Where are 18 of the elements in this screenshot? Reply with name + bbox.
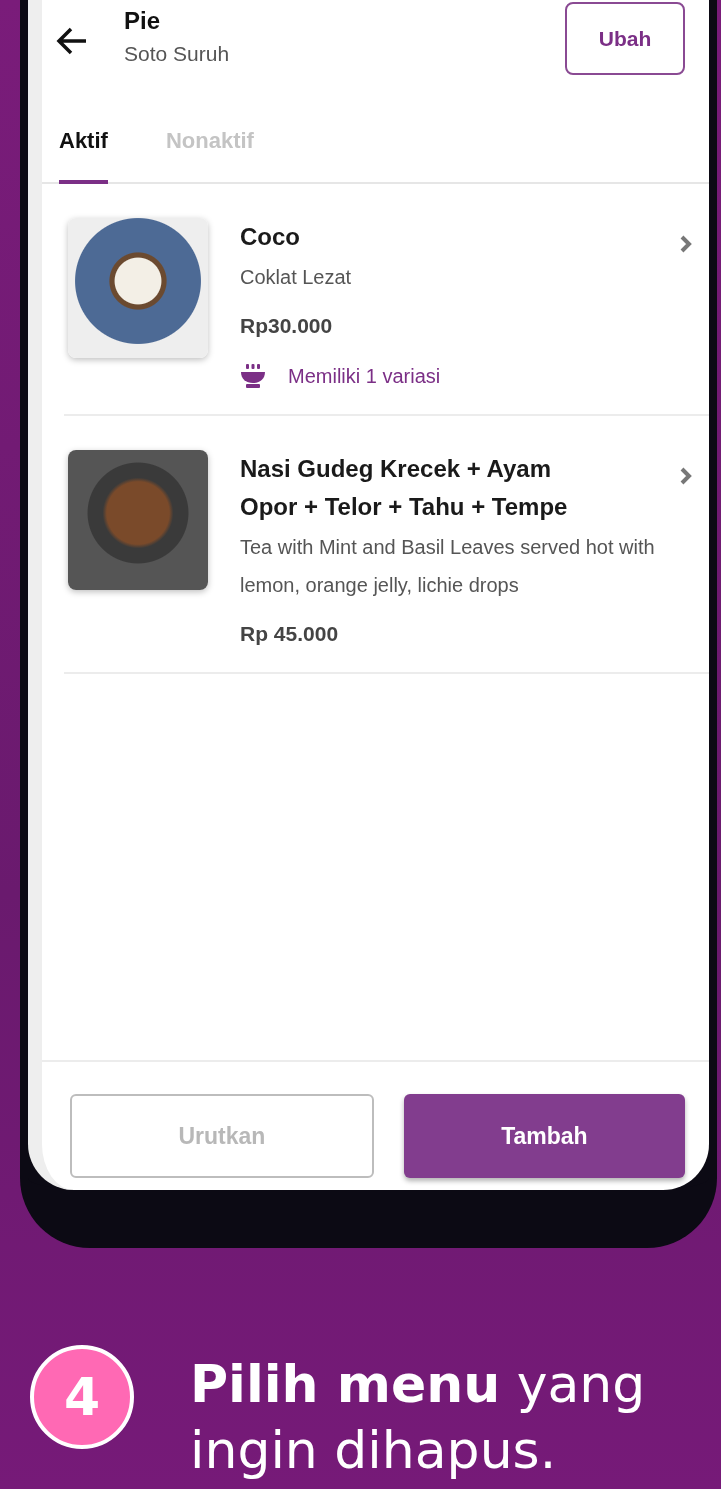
chevron-right-icon[interactable] [679,234,693,254]
tab[interactable]: Aktif [59,128,108,184]
add-button[interactable]: Tambah [403,1094,685,1178]
variant-note: Memiliki 1 variasi [288,364,441,388]
item-price: Rp 45.000 [240,622,339,646]
item-description: Coklat Lezat [240,265,353,290]
back-arrow-icon[interactable] [56,26,88,56]
item-name: Nasi Gudeg Krecek + Ayam Opor + Telor + Tahu + Tempe [240,454,569,522]
page-subtitle: Soto Suruh [124,42,230,66]
step-caption: Pilih menu yang ingin dihapus. [190,1353,647,1482]
item-description: Tea with Mint and Basil Leaves served hot with lemon, orange jelly, lichie drops [240,535,656,598]
chevron-right-icon[interactable] [679,466,693,486]
bowl-icon [240,364,266,388]
step-number: 4 [30,1345,134,1449]
edit-button[interactable]: Ubah [565,2,685,75]
item-name: Coco [240,222,301,252]
page-title: Pie [124,6,161,36]
item-price: Rp30.000 [240,314,333,338]
